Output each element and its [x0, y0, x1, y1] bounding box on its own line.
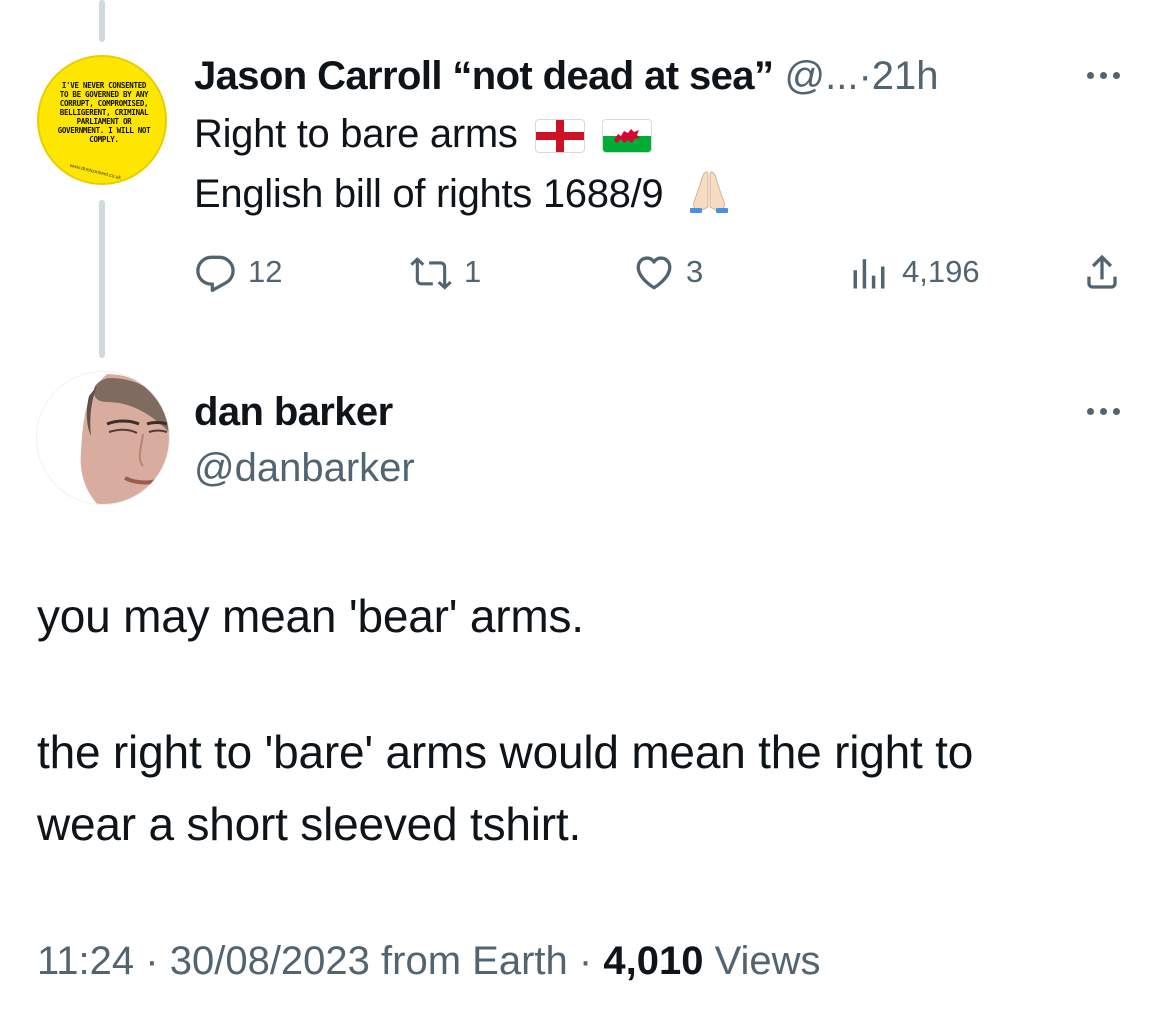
folded-hands-icon	[686, 168, 732, 225]
share-icon	[1087, 254, 1117, 289]
tweet-meta: 11:24 · 30/08/2023 from Earth · 4,010 Vi…	[37, 936, 821, 986]
reply-avatar[interactable]	[37, 372, 169, 504]
tweet-time[interactable]: 11:24	[37, 939, 134, 983]
retweet-action[interactable]: 1	[408, 250, 481, 294]
heart-icon	[636, 256, 672, 290]
retweet-icon	[410, 257, 452, 290]
meta-separator: ·	[145, 939, 159, 983]
tweet-views-label: Views	[714, 939, 821, 983]
reply-action[interactable]: 12	[194, 250, 282, 294]
header-separator: ·	[858, 54, 872, 98]
parent-more-icon[interactable]	[1087, 72, 1120, 79]
meta-separator-2: ·	[578, 939, 593, 983]
thread-line-top	[99, 0, 105, 42]
wales-flag-icon	[603, 120, 652, 153]
reply-author-handle[interactable]: @danbarker	[194, 444, 415, 492]
parent-time[interactable]: 21h	[872, 54, 939, 98]
thread-line	[99, 200, 105, 358]
views-count: 4,196	[902, 254, 980, 289]
parent-tweet-line-2: English bill of rights 1688/9	[194, 168, 732, 225]
avatar-poster-url: www.dontconsent.co.uk	[69, 162, 122, 182]
retweet-count: 1	[464, 254, 482, 289]
like-action[interactable]: 3	[632, 250, 703, 294]
analytics-icon	[853, 259, 885, 289]
tweet-date[interactable]: 30/08/2023	[170, 939, 370, 983]
parent-author-name[interactable]: Jason Carroll “not dead at sea”	[194, 54, 774, 98]
like-count: 3	[686, 254, 704, 289]
reply-more-icon[interactable]	[1087, 408, 1120, 415]
reply-body-line-1: you may mean 'bear' arms.	[37, 590, 584, 642]
avatar-poster-text: I'VE NEVER CONSENTED TO BE GOVERNED BY A…	[57, 81, 151, 144]
views-action[interactable]: 4,196	[848, 250, 980, 294]
reply-body-line-2: the right to 'bare' arms would mean the …	[37, 726, 974, 778]
tweet-source: from Earth	[381, 939, 568, 983]
parent-tweet-line-1: Right to bare arms	[194, 110, 652, 158]
parent-action-bar: 12 1 3 4,196	[194, 250, 1134, 294]
parent-author-handle[interactable]: @...	[784, 54, 858, 98]
reply-author-name[interactable]: dan barker	[194, 388, 393, 436]
reply-body-line-3: wear a short sleeved tshirt.	[37, 798, 582, 850]
parent-line1-text: Right to bare arms	[194, 112, 518, 156]
england-flag-icon	[536, 120, 585, 153]
parent-tweet-header: Jason Carroll “not dead at sea” @...·21h	[194, 52, 939, 100]
profile-photo	[37, 372, 169, 504]
tweet-views-count[interactable]: 4,010	[603, 939, 703, 983]
reply-icon	[196, 255, 235, 292]
reply-count: 12	[248, 254, 283, 289]
share-action[interactable]	[1080, 250, 1124, 294]
parent-avatar[interactable]: I'VE NEVER CONSENTED TO BE GOVERNED BY A…	[37, 55, 167, 185]
parent-line2-text: English bill of rights 1688/9	[194, 172, 664, 217]
